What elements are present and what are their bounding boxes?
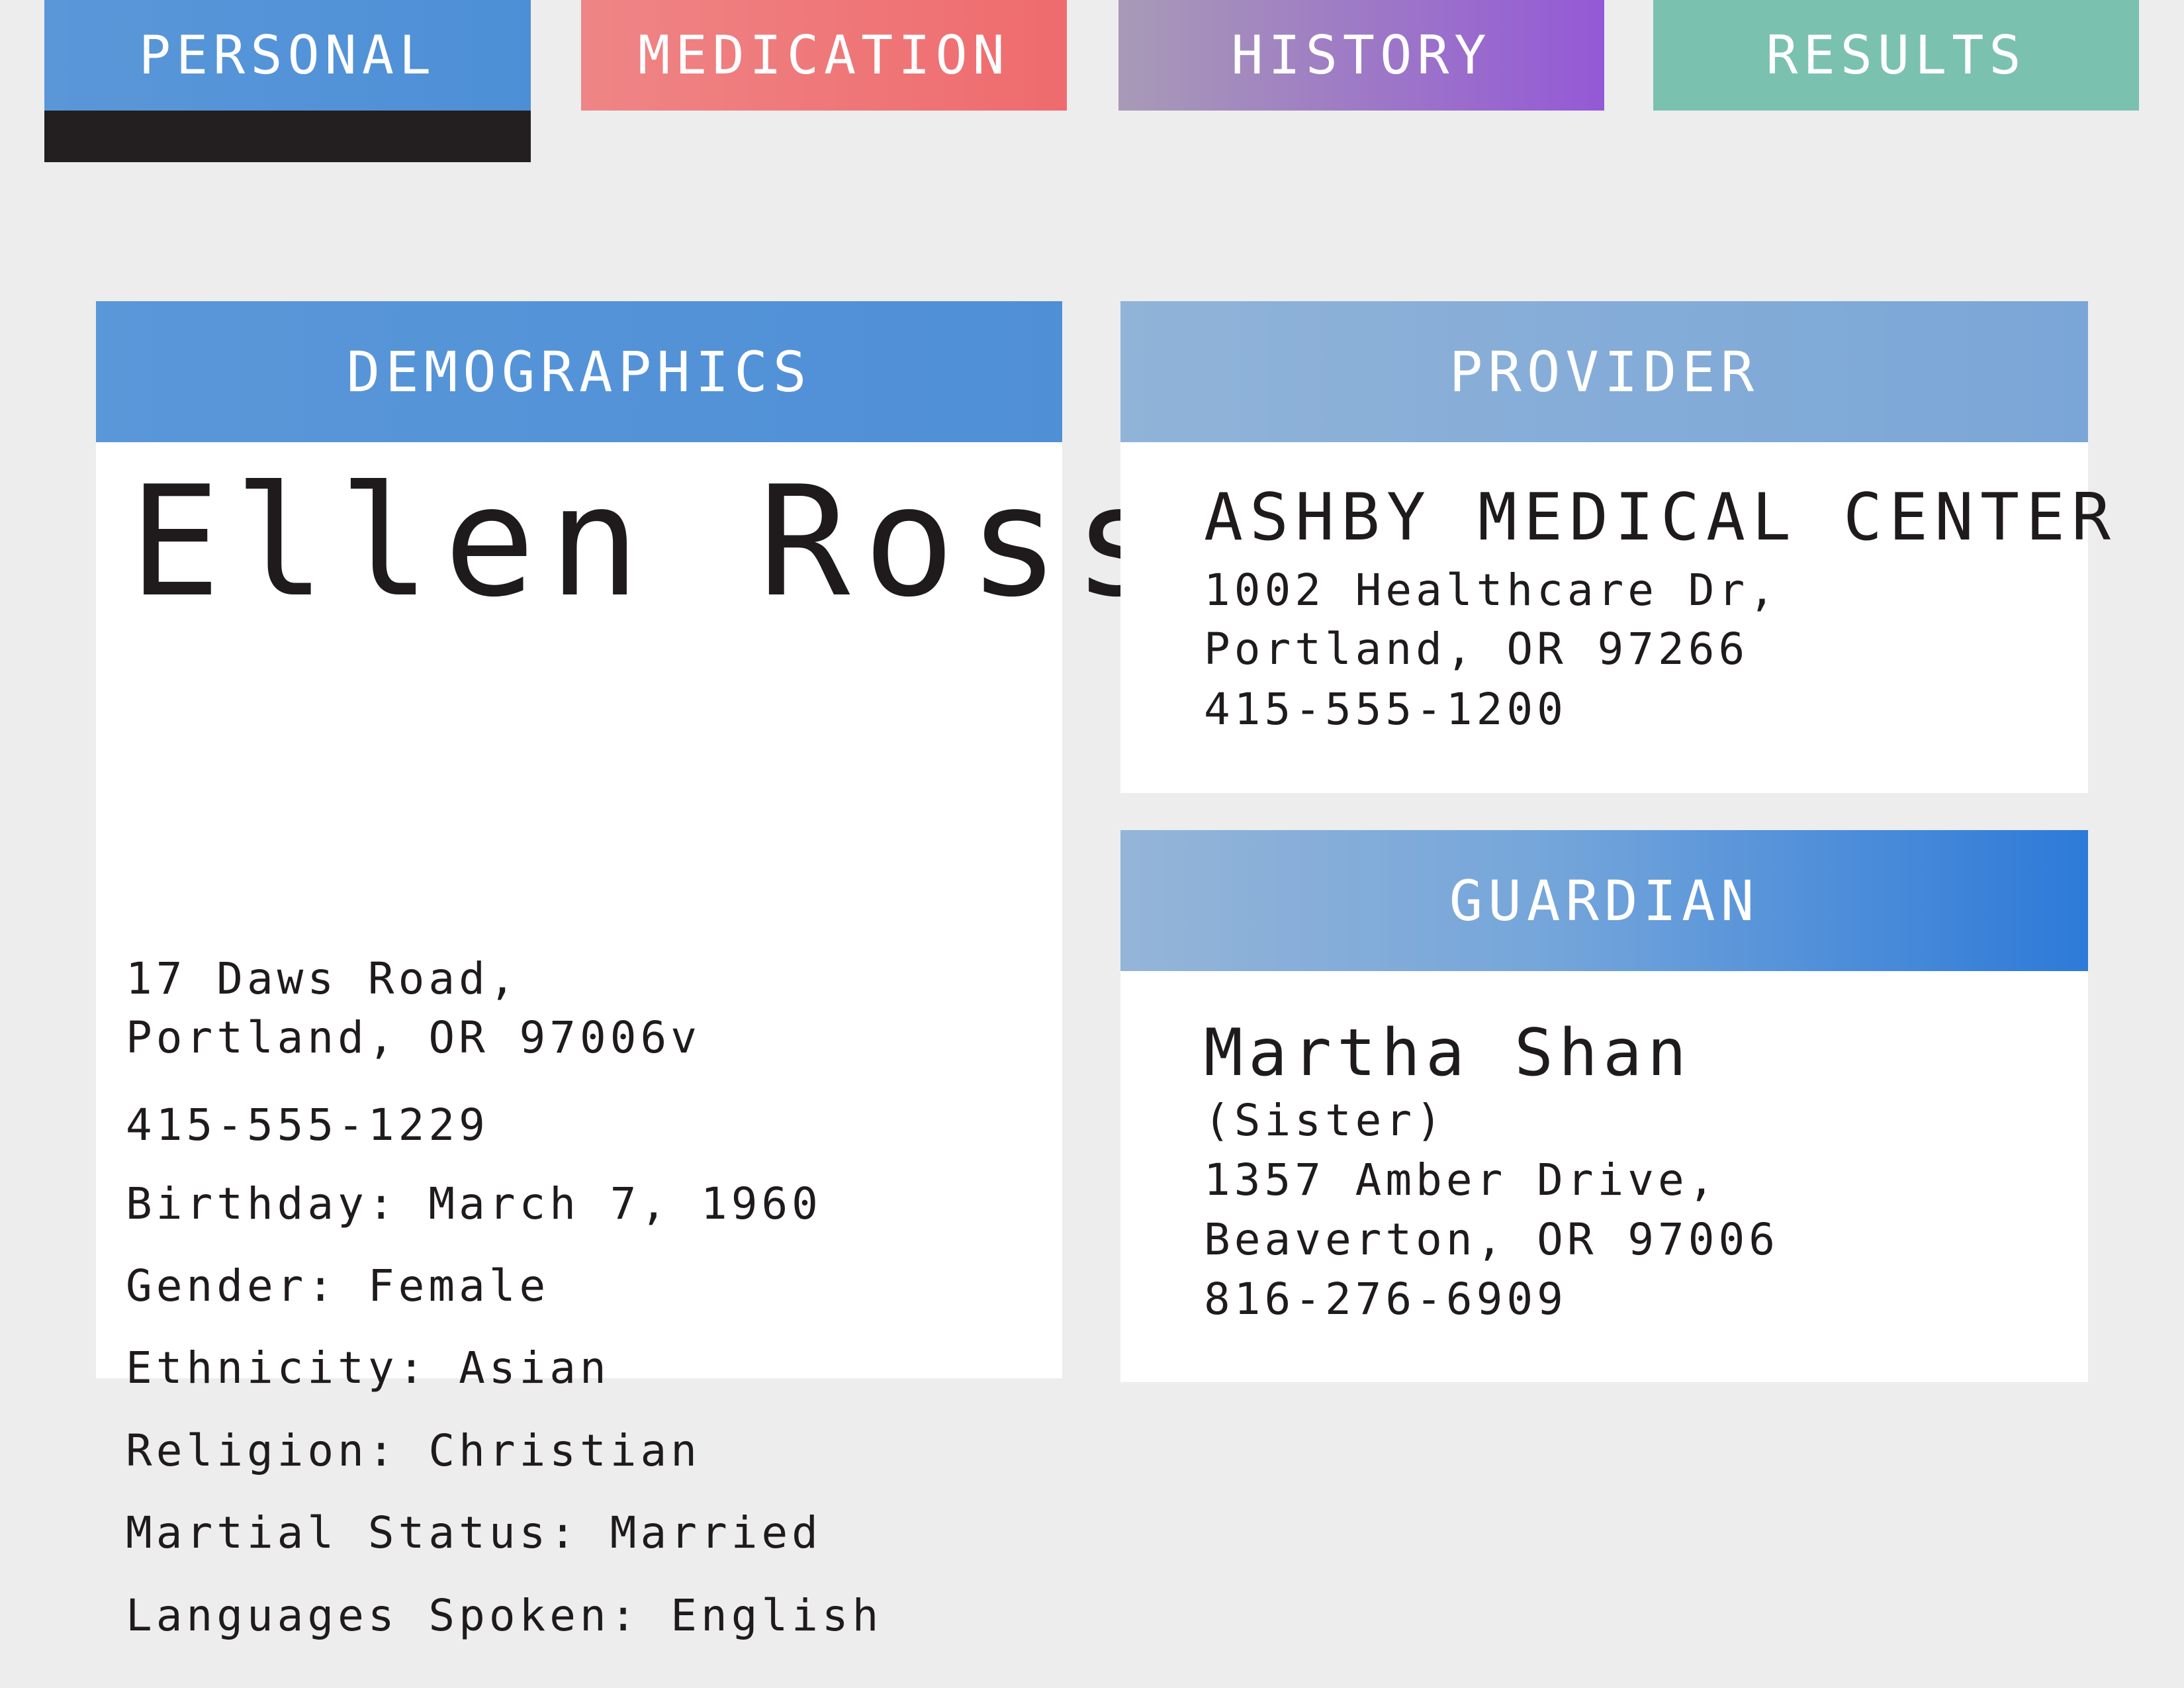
provider-phone: 415-555-1200 <box>1204 684 1567 735</box>
tab-results[interactable]: RESULTS <box>1653 0 2139 111</box>
tab-medication[interactable]: MEDICATION <box>581 0 1067 111</box>
provider-header: PROVIDER <box>1120 301 2088 442</box>
patient-birthday: Birthday: March 7, 1960 <box>126 1178 822 1229</box>
active-tab-indicator <box>44 111 531 162</box>
guardian-address-line1: 1357 Amber Drive, <box>1204 1154 1719 1205</box>
patient-marital-status: Martial Status: Married <box>126 1507 822 1558</box>
tab-history[interactable]: HISTORY <box>1118 0 1604 111</box>
patient-languages: Languages Spoken: English <box>126 1590 883 1641</box>
tab-results-label: RESULTS <box>1766 24 2026 86</box>
tab-history-label: HISTORY <box>1231 24 1492 86</box>
patient-name: Ellen Ross <box>129 454 1178 631</box>
guardian-title: GUARDIAN <box>1449 868 1760 933</box>
guardian-name: Martha Shan <box>1204 1015 1692 1091</box>
guardian-phone: 816-276-6909 <box>1204 1274 1567 1325</box>
provider-card: PROVIDER ASHBY MEDICAL CENTER 1002 Healt… <box>1120 301 2111 793</box>
tab-personal-label: PERSONAL <box>138 24 437 86</box>
provider-address-line2: Portland, OR 97266 <box>1204 624 1749 675</box>
provider-title: PROVIDER <box>1449 339 1760 404</box>
guardian-address-line2: Beaverton, OR 97006 <box>1204 1214 1779 1265</box>
patient-address-line2: Portland, OR 97006v <box>126 1012 701 1063</box>
patient-ethnicity: Ethnicity: Asian <box>126 1342 610 1393</box>
demographics-title: DEMOGRAPHICS <box>346 339 812 404</box>
demographics-card: DEMOGRAPHICS Ellen Ross 17 Daws Road, Po… <box>96 301 1165 1641</box>
tab-personal[interactable]: PERSONAL <box>44 0 531 111</box>
patient-phone: 415-555-1229 <box>126 1100 489 1150</box>
demographics-header: DEMOGRAPHICS <box>96 301 1062 442</box>
guardian-card: GUARDIAN Martha Shan (Sister) 1357 Amber… <box>1120 830 2088 1382</box>
guardian-header: GUARDIAN <box>1120 830 2088 971</box>
patient-gender: Gender: Female <box>126 1260 550 1311</box>
patient-address-line1: 17 Daws Road, <box>126 953 520 1004</box>
tab-medication-label: MEDICATION <box>638 24 1010 86</box>
guardian-relation: (Sister) <box>1204 1095 1446 1146</box>
provider-address-line1: 1002 Healthcare Dr, <box>1204 565 1779 616</box>
patient-religion: Religion: Christian <box>126 1425 701 1476</box>
provider-name: ASHBY MEDICAL CENTER <box>1204 480 2118 555</box>
